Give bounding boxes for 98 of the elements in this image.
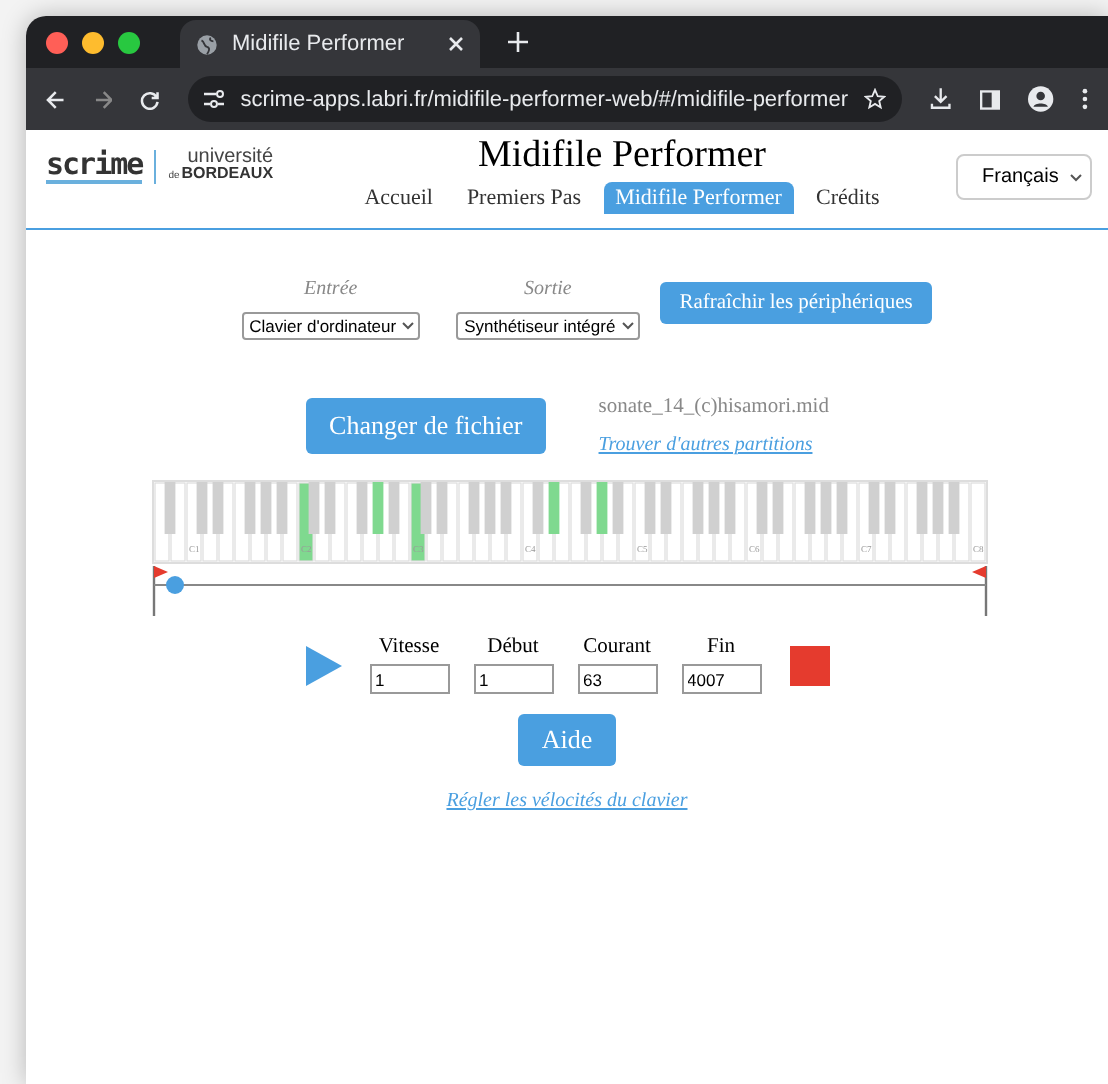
output-select[interactable]: Synthétiseur intégré (456, 312, 640, 340)
piano-key[interactable] (435, 482, 447, 534)
piano-key[interactable] (611, 482, 623, 534)
piano-key[interactable] (211, 482, 223, 534)
maximize-window-icon[interactable] (118, 31, 140, 53)
nav-tab[interactable]: Premiers Pas (454, 182, 594, 214)
piano-key[interactable] (387, 482, 399, 534)
piano-key[interactable] (521, 482, 537, 562)
minimize-window-icon[interactable] (82, 31, 104, 53)
piano-key[interactable] (857, 482, 873, 562)
piano-key[interactable] (185, 482, 201, 562)
input-select[interactable]: Clavier d'ordinateur (241, 312, 421, 340)
output-label: Sortie (523, 278, 572, 300)
chevron-down-icon (402, 322, 415, 330)
piano-key[interactable] (595, 482, 607, 534)
piano-key[interactable] (745, 482, 761, 562)
star-icon[interactable] (864, 88, 886, 110)
piano-key[interactable] (195, 482, 207, 534)
field-label: Fin (706, 636, 735, 658)
piano-key[interactable] (803, 482, 815, 534)
piano-key[interactable] (819, 482, 831, 534)
piano-key[interactable] (633, 482, 649, 562)
piano-key[interactable] (409, 482, 425, 562)
piano-key[interactable] (163, 482, 175, 534)
reload-icon[interactable] (140, 89, 161, 109)
piano-key[interactable] (499, 482, 511, 534)
number-field[interactable]: 1 (473, 664, 553, 694)
piano-key[interactable] (931, 482, 943, 534)
close-icon[interactable] (448, 36, 464, 52)
close-window-icon[interactable] (46, 31, 68, 53)
number-field[interactable]: 1 (369, 664, 449, 694)
piano-key[interactable] (793, 482, 809, 562)
piano-key[interactable] (659, 482, 671, 534)
nav-tab[interactable]: Crédits (803, 182, 892, 214)
piano-key[interactable] (323, 482, 335, 534)
piano-key[interactable] (307, 482, 319, 534)
tab-title: Midifile Performer (232, 32, 407, 56)
new-tab-icon[interactable] (508, 32, 528, 52)
language-select[interactable]: Français (956, 154, 1092, 200)
piano-key[interactable] (681, 482, 697, 562)
piano-key[interactable] (275, 482, 287, 534)
number-field[interactable]: 63 (577, 664, 657, 694)
piano-key[interactable] (457, 482, 473, 562)
piano-key[interactable] (371, 482, 383, 534)
piano-key[interactable] (771, 482, 783, 534)
field-label: Début (487, 636, 539, 658)
piano-key[interactable] (691, 482, 703, 534)
input-label: Entrée (304, 278, 358, 300)
left-marker-flag-icon[interactable] (151, 564, 171, 616)
back-icon[interactable] (46, 89, 66, 109)
file-name: sonate_14_(c)hisamori.mid (598, 396, 829, 418)
university-logo-text: BORDEAUX (181, 166, 274, 182)
scrime-logo: scrime (46, 150, 143, 184)
piano-key[interactable] (905, 482, 921, 562)
piano-key[interactable] (835, 482, 847, 534)
globe-icon (196, 33, 218, 55)
page-title: Midifile Performer (477, 134, 767, 178)
piano-key[interactable] (243, 482, 255, 534)
number-field[interactable]: 4007 (681, 664, 761, 694)
forward-icon[interactable] (93, 89, 113, 109)
piano-key[interactable] (723, 482, 735, 534)
piano-key[interactable] (467, 482, 479, 534)
piano-key[interactable] (867, 482, 879, 534)
piano-key[interactable] (345, 482, 361, 562)
piano-key[interactable] (915, 482, 927, 534)
field-label: Courant (583, 636, 651, 658)
nav-tab[interactable]: Accueil (352, 182, 445, 214)
piano-key[interactable] (355, 482, 367, 534)
university-logo-text: université (187, 150, 274, 166)
download-icon[interactable] (930, 88, 952, 110)
address-bar[interactable]: scrime-apps.labri.fr/midifile-performer-web/#/midifile-performer (188, 76, 902, 122)
browser-tab[interactable]: Midifile Performer (180, 20, 480, 68)
slider-thumb[interactable] (165, 575, 184, 593)
chevron-down-icon (621, 322, 634, 330)
piano-key[interactable] (579, 482, 591, 534)
piano-key[interactable] (569, 482, 585, 562)
piano-key[interactable] (419, 482, 431, 534)
piano-key[interactable] (883, 482, 895, 534)
piano-key[interactable] (531, 482, 543, 534)
field-label: Vitesse (378, 636, 440, 658)
chevron-down-icon (1070, 173, 1082, 181)
piano-key[interactable] (547, 482, 559, 534)
right-marker-flag-icon[interactable] (967, 564, 987, 616)
piano-key[interactable] (707, 482, 719, 534)
piano-key[interactable] (947, 482, 959, 534)
piano-key[interactable] (259, 482, 271, 534)
piano-key[interactable] (643, 482, 655, 534)
piano-key[interactable] (755, 482, 767, 534)
stop-icon[interactable] (789, 645, 829, 685)
site-settings-icon[interactable] (204, 90, 225, 108)
piano-key[interactable] (233, 482, 249, 562)
piano-key[interactable] (297, 482, 313, 562)
side-panel-icon[interactable] (979, 89, 1001, 109)
profile-icon[interactable] (1028, 86, 1055, 112)
play-icon[interactable] (305, 645, 341, 685)
piano-key[interactable] (483, 482, 495, 534)
url-text: scrime-apps.labri.fr/midifile-performer-web/#/midifile-performer (240, 87, 848, 111)
more-menu-icon[interactable] (1082, 88, 1088, 110)
